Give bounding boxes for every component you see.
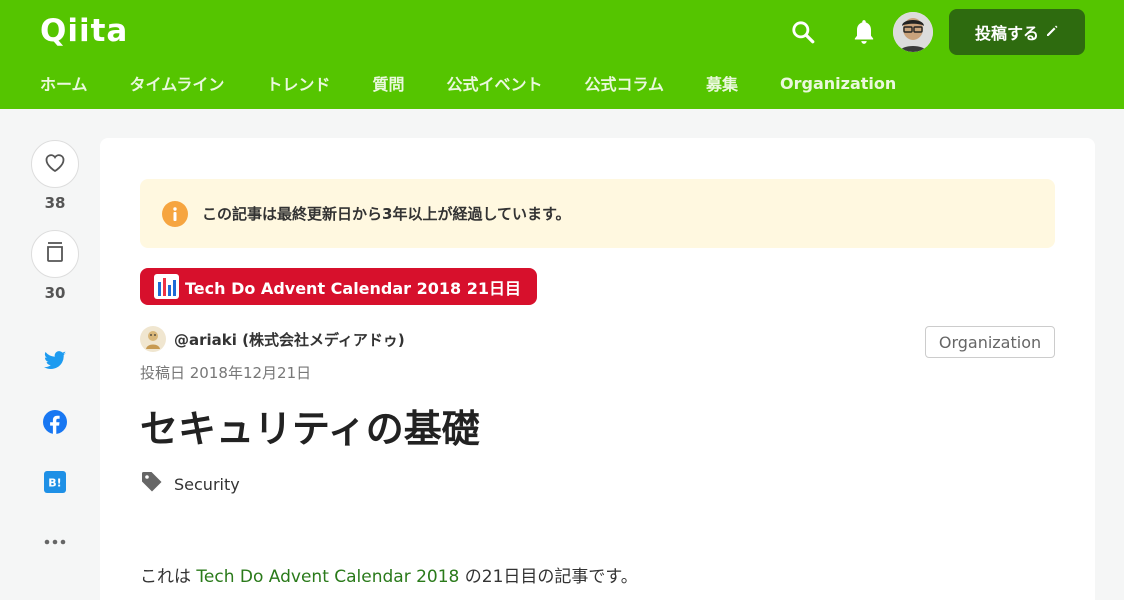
- outdated-notice: この記事は最終更新日から3年以上が経過しています。: [140, 179, 1055, 248]
- article-body: これは Tech Do Advent Calendar 2018 の21日目の記…: [140, 562, 638, 587]
- tag-icon: [140, 470, 164, 498]
- stock-count: 30: [44, 284, 66, 302]
- stock-icon: [45, 240, 65, 268]
- facebook-icon[interactable]: [42, 409, 68, 435]
- notice-text: この記事は最終更新日から3年以上が経過しています。: [202, 205, 571, 223]
- nav-organization[interactable]: Organization: [780, 74, 896, 93]
- main-nav: ホーム タイムライン トレンド 質問 公式イベント 公式コラム 募集 Organ…: [40, 70, 938, 96]
- body-suffix: の21日目の記事です。: [459, 567, 638, 587]
- heart-icon: [43, 151, 67, 177]
- article-card: この記事は最終更新日から3年以上が経過しています。 Tech Do Advent…: [100, 138, 1095, 600]
- search-icon[interactable]: [787, 16, 819, 48]
- pencil-icon: [1045, 23, 1059, 42]
- author-info[interactable]: @ariaki (株式会社メディアドゥ): [140, 326, 405, 352]
- svg-text:B!: B!: [48, 477, 61, 490]
- author-avatar[interactable]: [140, 326, 166, 352]
- qiita-logo[interactable]: Qiita: [40, 13, 128, 49]
- organization-button[interactable]: Organization: [925, 326, 1055, 358]
- tag-security[interactable]: Security: [174, 475, 240, 494]
- like-button[interactable]: [31, 140, 79, 188]
- user-avatar[interactable]: [893, 12, 933, 52]
- more-options-icon[interactable]: [42, 529, 68, 555]
- nav-trend[interactable]: トレンド: [266, 71, 330, 95]
- post-button-label: 投稿する: [974, 24, 1039, 43]
- stock-button[interactable]: [31, 230, 79, 278]
- nav-timeline[interactable]: タイムライン: [130, 71, 225, 95]
- body-prefix: これは: [140, 567, 197, 587]
- nav-home[interactable]: ホーム: [40, 71, 88, 95]
- nav-recruit[interactable]: 募集: [706, 71, 738, 95]
- hatena-bookmark-icon[interactable]: B!: [42, 469, 68, 495]
- advent-calendar-link[interactable]: Tech Do Advent Calendar 2018: [196, 567, 459, 587]
- post-date: 投稿日 2018年12月21日: [140, 364, 312, 382]
- advent-calendar-label: Tech Do Advent Calendar 2018 21日目: [185, 278, 522, 298]
- article-title: セキュリティの基礎: [140, 407, 480, 451]
- like-count: 38: [44, 194, 66, 212]
- nav-official-events[interactable]: 公式イベント: [446, 71, 542, 95]
- twitter-icon[interactable]: [42, 348, 68, 374]
- tag-list: Security: [140, 470, 240, 498]
- article-actions: 38 30: [31, 140, 79, 304]
- bell-icon[interactable]: [848, 16, 880, 48]
- nav-official-columns[interactable]: 公式コラム: [584, 71, 664, 95]
- nav-questions[interactable]: 質問: [372, 71, 404, 95]
- post-button[interactable]: 投稿する: [949, 9, 1085, 55]
- advent-calendar-badge[interactable]: Tech Do Advent Calendar 2018 21日目: [140, 268, 538, 305]
- author-name[interactable]: @ariaki (株式会社メディアドゥ): [174, 329, 405, 350]
- info-icon: [162, 200, 188, 227]
- site-header: Qiita 投稿する ホーム タイムライン トレンド 質問 公式イベント 公式コ…: [0, 0, 1124, 109]
- calendar-icon: [154, 274, 179, 299]
